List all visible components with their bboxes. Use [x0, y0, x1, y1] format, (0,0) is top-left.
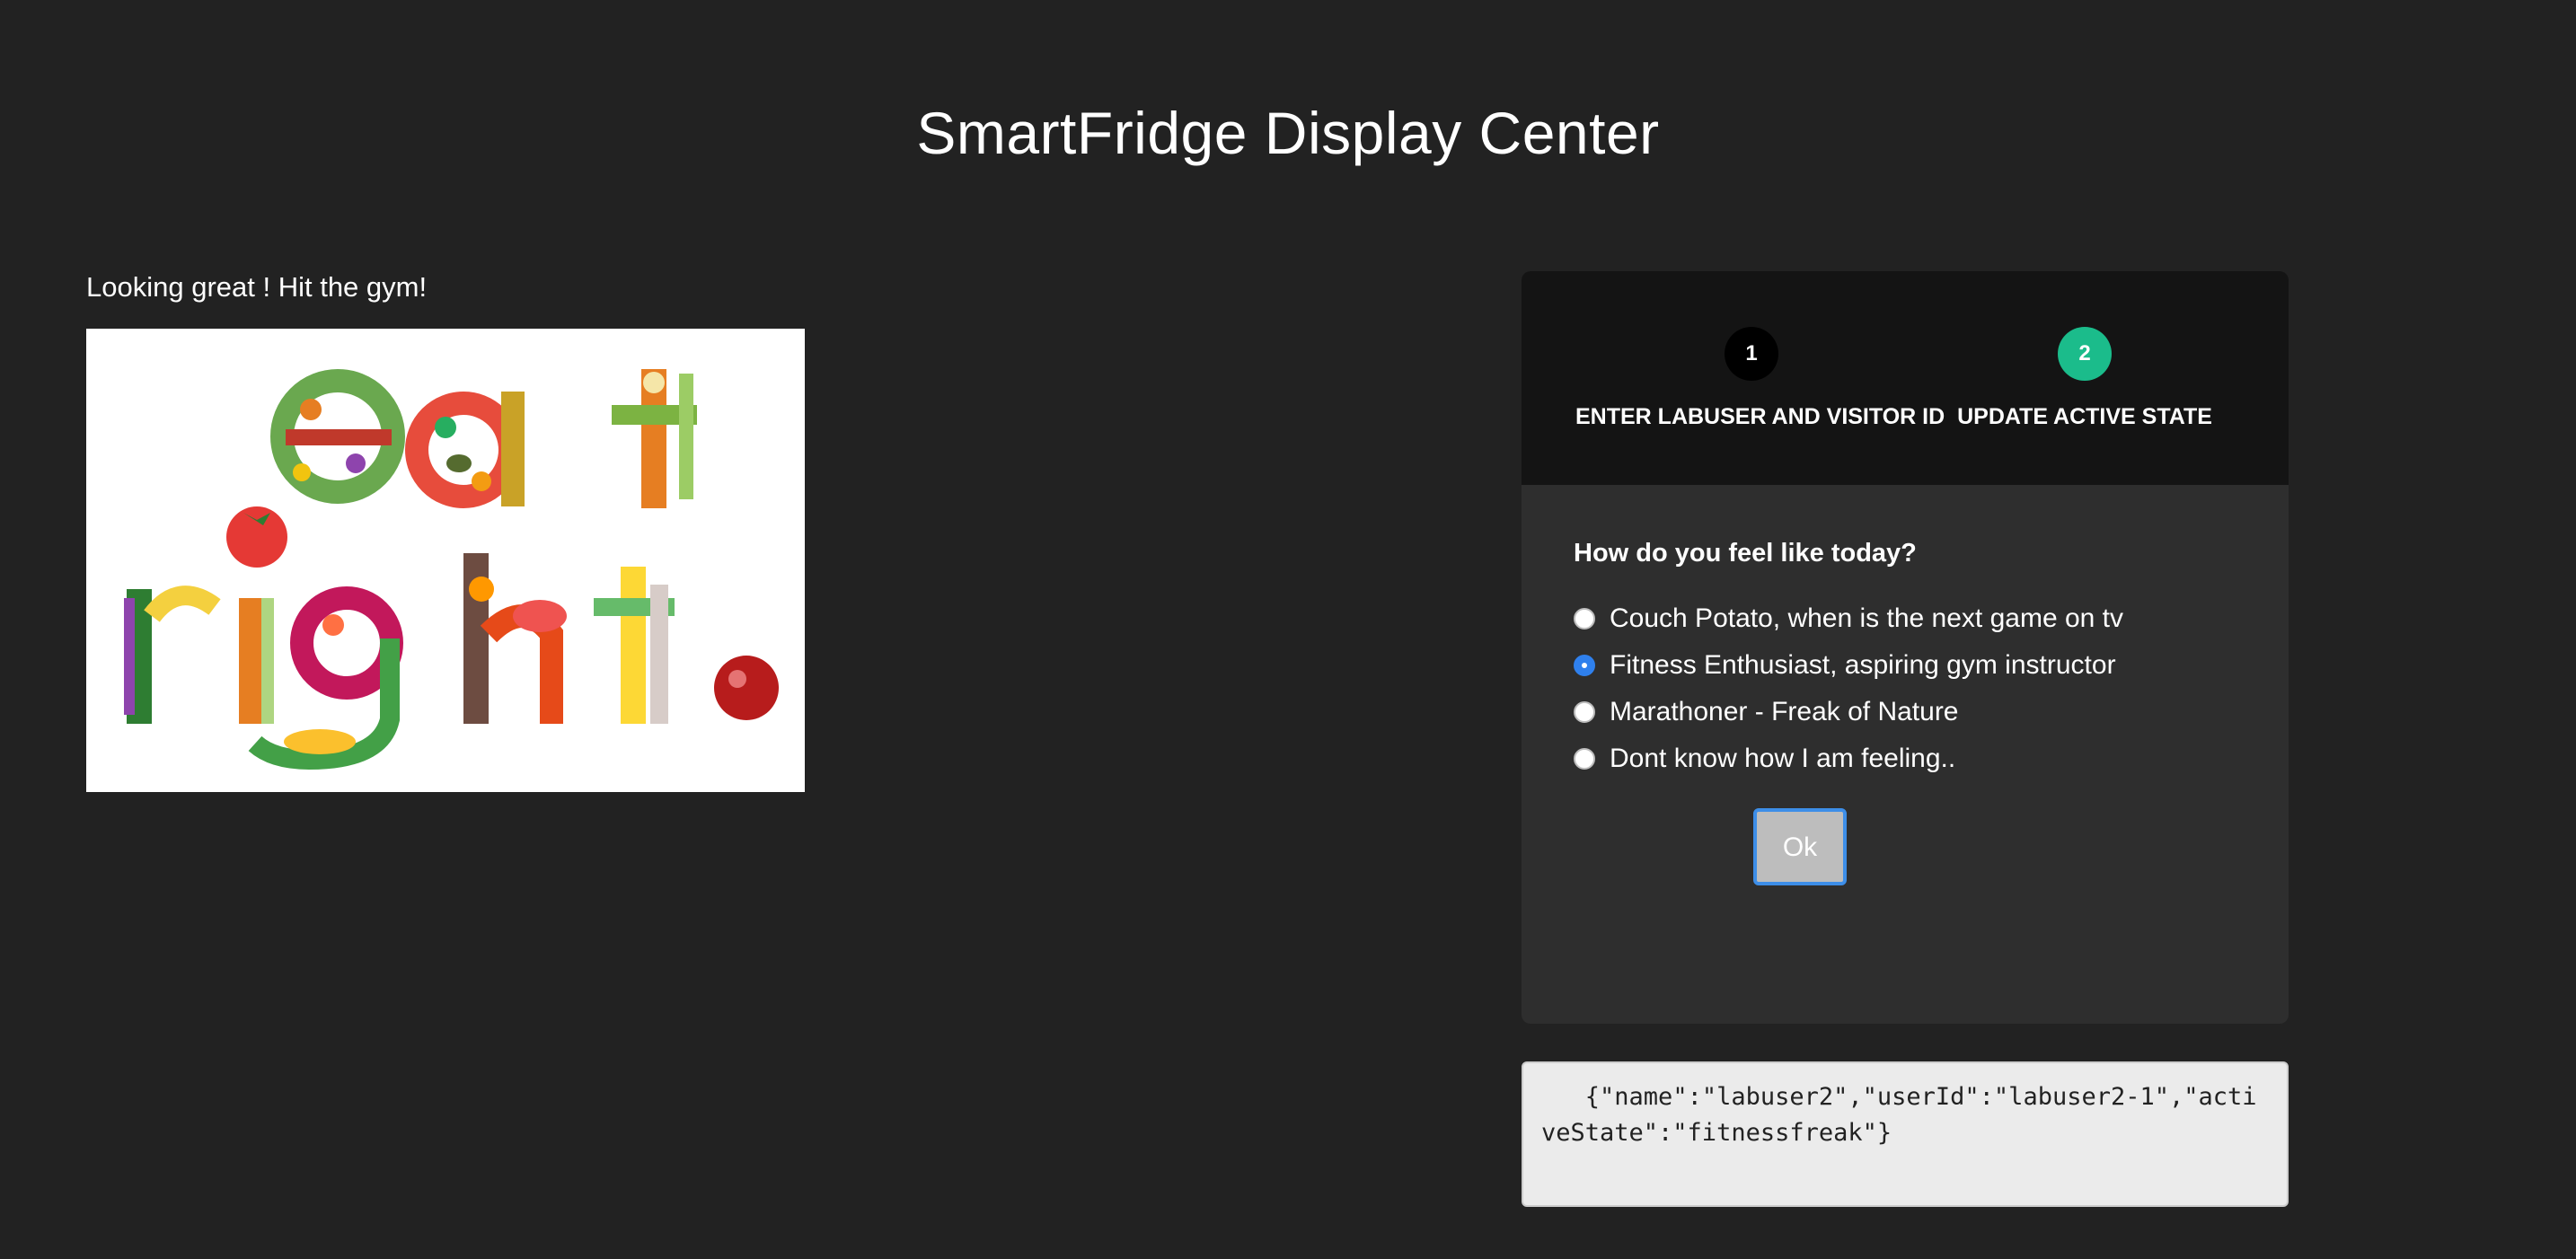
letter-h [463, 553, 567, 724]
letter-e [270, 369, 405, 504]
letter-t2 [594, 567, 675, 724]
step-2-badge: 2 [2058, 327, 2112, 381]
step-1-badge: 1 [1725, 327, 1778, 381]
onion [714, 656, 779, 720]
radio-dont-know[interactable] [1574, 748, 1595, 770]
option-label: Marathoner - Freak of Nature [1610, 697, 1959, 726]
tomato [226, 506, 287, 568]
option-fitness-enthusiast[interactable]: Fitness Enthusiast, aspiring gym instruc… [1574, 642, 2256, 689]
option-label: Fitness Enthusiast, aspiring gym instruc… [1610, 650, 2116, 680]
wizard-body: How do you feel like today? Couch Potato… [1574, 539, 2256, 782]
radio-fitness-enthusiast[interactable] [1574, 655, 1595, 676]
letter-i [239, 598, 274, 724]
letter-r [124, 585, 221, 724]
eat-right-illustration [124, 369, 779, 770]
question-label: How do you feel like today? [1574, 539, 1917, 568]
letter-a [405, 392, 525, 508]
option-marathoner[interactable]: Marathoner - Freak of Nature [1574, 689, 2256, 735]
option-label: Dont know how I am feeling.. [1610, 744, 1956, 773]
letter-t [612, 369, 697, 508]
json-output: {"name":"labuser2","userId":"labuser2-1"… [1522, 1061, 2289, 1207]
page-title: SmartFridge Display Center [916, 100, 1660, 166]
ok-button[interactable]: Ok [1753, 808, 1847, 885]
letter-g [248, 586, 403, 770]
eat-right-image [86, 329, 805, 792]
step-1-label: ENTER LABUSER AND VISITOR ID [1575, 404, 1945, 429]
radio-marathoner[interactable] [1574, 701, 1595, 723]
option-couch-potato[interactable]: Couch Potato, when is the next game on t… [1574, 595, 2256, 642]
option-dont-know[interactable]: Dont know how I am feeling.. [1574, 735, 2256, 782]
step-enter-ids[interactable]: 1 ENTER LABUSER AND VISITOR ID [1575, 327, 1945, 430]
step-2-label: UPDATE ACTIVE STATE [1957, 404, 2212, 429]
motivation-message: Looking great ! Hit the gym! [86, 271, 428, 303]
wizard-steps-header: 1 ENTER LABUSER AND VISITOR ID 2 UPDATE … [1522, 271, 2289, 485]
page: SmartFridge Display Center Looking great… [0, 0, 2576, 1259]
wizard-panel: 1 ENTER LABUSER AND VISITOR ID 2 UPDATE … [1522, 271, 2289, 1024]
radio-couch-potato[interactable] [1574, 608, 1595, 630]
step-update-active-state[interactable]: 2 UPDATE ACTIVE STATE [1936, 327, 2233, 430]
option-label: Couch Potato, when is the next game on t… [1610, 603, 2124, 633]
